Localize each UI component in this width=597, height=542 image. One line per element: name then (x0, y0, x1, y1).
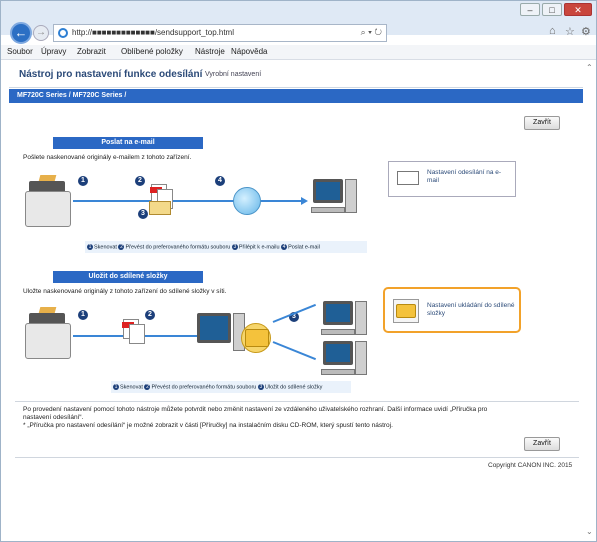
email-settings-card[interactable]: Nastavení odesílání na e-mail (388, 161, 516, 197)
server-icon (197, 313, 245, 353)
address-bar[interactable]: http://■■■■■■■■■■■■■/sendsupport_top.htm… (53, 24, 387, 42)
step-badge: 1 (78, 176, 88, 186)
step-badge: 3 (138, 209, 148, 219)
email-section-description: Pošlete naskenované originály e-mailem z… (23, 154, 192, 161)
close-top-button[interactable]: Zavřít (524, 116, 560, 130)
printer-icon (25, 175, 71, 227)
footnote-line: * „Příručka pro nastavení odesílání“ je … (23, 422, 393, 429)
folder-button-frame (393, 299, 419, 323)
factory-settings-link[interactable]: Vyrobní nastavení (205, 71, 261, 78)
printer-icon (25, 307, 71, 359)
footnote: Po provedení nastavení pomocí tohoto nás… (23, 406, 579, 430)
step-badge: 1 (78, 310, 88, 320)
address-tools[interactable]: ⌕ ▾ ↻ (361, 27, 382, 38)
envelope-icon (397, 171, 419, 185)
divider (15, 457, 579, 458)
menu-item-oblibene[interactable]: Oblíbené položky (121, 47, 183, 56)
flow-arrow-icon (301, 197, 308, 205)
menu-item-soubor[interactable]: Soubor (7, 47, 33, 56)
flow-line (73, 200, 303, 202)
menu-item-upravy[interactable]: Úpravy (41, 47, 66, 56)
folder-section-heading: Uložit do sdílené složky (53, 271, 203, 283)
flow-line (272, 341, 317, 361)
computer-icon (311, 179, 359, 215)
scrollbar[interactable]: ⌃ ⌄ (585, 61, 595, 539)
menu-item-zobrazit[interactable]: Zobrazit (77, 47, 106, 56)
menu-item-napoveda[interactable]: Nápověda (231, 47, 267, 56)
folder-section-description: Uložte naskenované originály z tohoto za… (23, 288, 227, 295)
computer-icon (321, 301, 369, 335)
email-settings-label: Nastavení odesílání na e-mail (427, 169, 502, 184)
step-badge: 4 (215, 176, 225, 186)
computer-icon (321, 341, 369, 375)
page-header: Nástroj pro nastavení funkce odesílání V… (9, 61, 583, 88)
back-button[interactable]: ← (10, 22, 32, 44)
close-bottom-button[interactable]: Zavřít (524, 437, 560, 451)
title-bar: – □ ✕ ← → http://■■■■■■■■■■■■■/sendsuppo… (1, 1, 596, 44)
footnote-line: nastavení odesílání“. (23, 414, 84, 421)
minimize-button[interactable]: – (520, 3, 540, 16)
step-badge: 2 (135, 176, 145, 186)
home-icon[interactable]: ⌂ (549, 25, 556, 37)
arrow-left-icon: ← (14, 25, 28, 40)
maximize-button[interactable]: □ (542, 3, 562, 16)
close-window-button[interactable]: ✕ (564, 3, 592, 16)
divider (15, 401, 579, 402)
footnote-line: Po provedení nastavení pomocí tohoto nás… (23, 406, 488, 413)
document-icon (129, 324, 145, 344)
chevron-up-icon[interactable]: ⌃ (586, 63, 593, 72)
menu-bar: Soubor Úpravy Zobrazit Oblíbené položky … (1, 45, 596, 60)
folder-legend-text: 1 Skenovat 2 Převést do preferovaného form… (113, 384, 323, 391)
model-bar-text: MF720C Series / MF720C Series / (17, 92, 127, 99)
page-title: Nástroj pro nastavení funkce odesílání (19, 69, 203, 80)
chevron-down-icon[interactable]: ⌄ (586, 527, 593, 536)
email-legend-text: 1 Skenovat 2 Převést do preferovaného form… (87, 244, 320, 251)
folder-settings-label: Nastavení ukládání do sdílené složky (427, 302, 515, 317)
gear-icon[interactable]: ⚙ (581, 25, 591, 38)
browser-window: – □ ✕ ← → http://■■■■■■■■■■■■■/sendsuppo… (0, 0, 597, 542)
menu-item-nastroje[interactable]: Nástroje (195, 47, 225, 56)
folder-settings-card[interactable]: Nastavení ukládání do sdílené složky (383, 287, 521, 333)
forward-button[interactable]: → (33, 25, 49, 41)
ie-icon (58, 28, 68, 38)
folder-icon (396, 304, 416, 318)
copyright: Copyright CANON INC. 2015 (488, 462, 573, 469)
email-section-heading: Poslat na e-mail (53, 137, 203, 149)
folder-icon (245, 329, 269, 347)
envelope-icon (149, 201, 171, 215)
star-icon[interactable]: ☆ (565, 25, 575, 38)
globe-icon (233, 187, 261, 215)
url-text: http://■■■■■■■■■■■■■/sendsupport_top.htm… (72, 28, 234, 37)
step-badge: 2 (145, 310, 155, 320)
model-bar: MF720C Series / MF720C Series / (9, 89, 583, 103)
arrow-right-icon: → (36, 27, 46, 38)
